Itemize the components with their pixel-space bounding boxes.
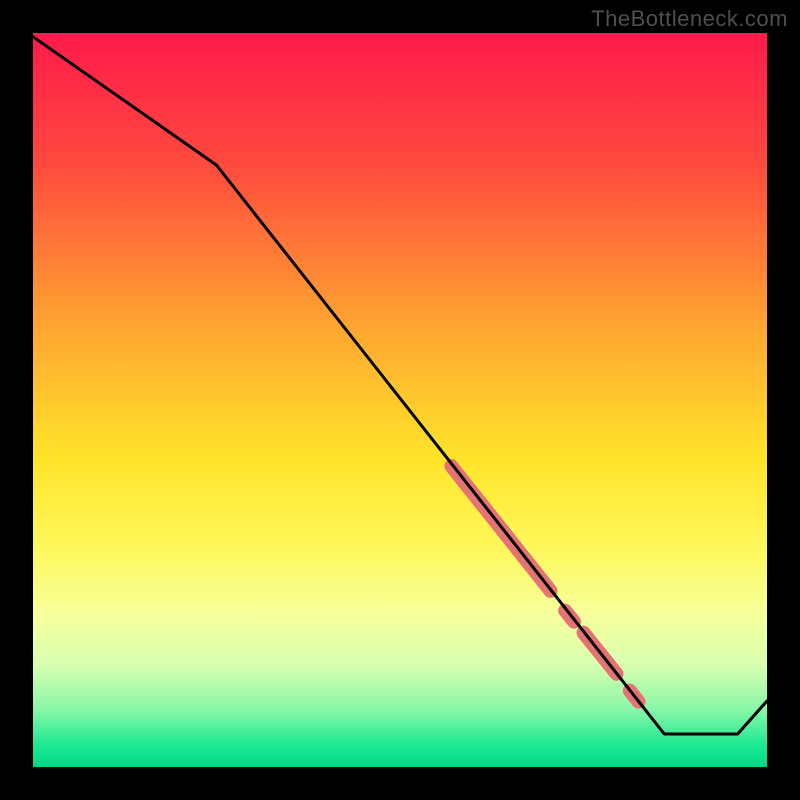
watermark-text: TheBottleneck.com (591, 6, 788, 32)
plot-area (33, 33, 767, 767)
chart-svg (33, 33, 767, 767)
chart-stage: TheBottleneck.com (0, 0, 800, 800)
